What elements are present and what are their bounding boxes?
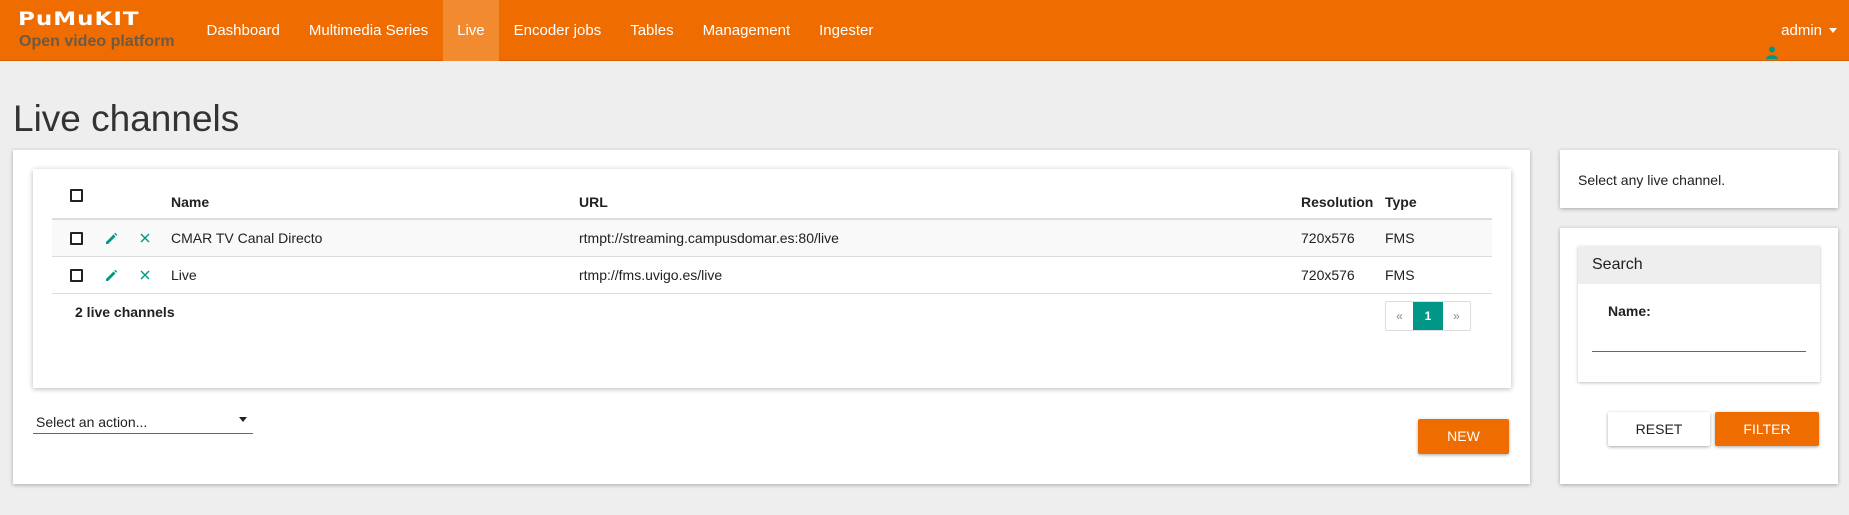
brand[interactable]: PuMuKIT Open video platform bbox=[18, 10, 183, 52]
cell-resolution: 720x576 bbox=[1301, 267, 1355, 283]
cell-url: rtmpt://streaming.campusdomar.es:80/live bbox=[579, 230, 839, 246]
new-button[interactable]: NEW bbox=[1418, 419, 1509, 454]
cell-name: CMAR TV Canal Directo bbox=[171, 230, 323, 246]
user-name: admin bbox=[1781, 22, 1822, 39]
search-panel: Search Name: RESET FILTER bbox=[1560, 228, 1838, 484]
close-icon[interactable] bbox=[138, 231, 152, 245]
pagination-page-1[interactable]: 1 bbox=[1413, 302, 1443, 330]
page-title: Live channels bbox=[13, 98, 240, 139]
select-all-checkbox[interactable] bbox=[70, 189, 83, 202]
action-select-value: Select an action... bbox=[36, 413, 148, 430]
pagination-next[interactable]: » bbox=[1443, 302, 1470, 330]
brand-logo: PuMuKIT bbox=[18, 8, 140, 30]
nav-item-ingester[interactable]: Ingester bbox=[805, 0, 888, 61]
cell-url: rtmp://fms.uvigo.es/live bbox=[579, 267, 723, 283]
user-icon bbox=[1766, 24, 1779, 59]
nav-item-multimedia-series[interactable]: Multimedia Series bbox=[294, 0, 442, 61]
cell-resolution: 720x576 bbox=[1301, 230, 1355, 246]
search-title: Search bbox=[1578, 246, 1820, 284]
pagination: « 1 » bbox=[1385, 301, 1471, 331]
main-nav: Dashboard Multimedia Series Live Encoder… bbox=[192, 0, 888, 61]
main-panel: Name URL Resolution Type CMAR TV Canal D… bbox=[13, 150, 1530, 484]
info-panel: Select any live channel. bbox=[1560, 150, 1838, 208]
column-header-url[interactable]: URL bbox=[579, 182, 608, 218]
pencil-icon[interactable] bbox=[104, 268, 118, 282]
close-icon[interactable] bbox=[138, 268, 152, 282]
nav-item-management[interactable]: Management bbox=[688, 0, 805, 61]
cell-name: Live bbox=[171, 267, 197, 283]
nav-item-tables[interactable]: Tables bbox=[616, 0, 688, 61]
user-menu[interactable]: admin bbox=[1766, 0, 1837, 61]
nav-item-encoder-jobs[interactable]: Encoder jobs bbox=[499, 0, 616, 61]
live-channels-table: Name URL Resolution Type CMAR TV Canal D… bbox=[52, 182, 1492, 334]
search-card: Search Name: bbox=[1578, 246, 1820, 382]
cell-type: FMS bbox=[1385, 230, 1415, 246]
top-navbar: PuMuKIT Open video platform Dashboard Mu… bbox=[0, 0, 1849, 61]
name-search-input[interactable] bbox=[1592, 328, 1806, 352]
action-select[interactable]: Select an action... bbox=[33, 410, 253, 434]
pagination-prev[interactable]: « bbox=[1386, 302, 1413, 330]
brand-tagline: Open video platform bbox=[19, 33, 175, 50]
chevron-down-icon bbox=[1829, 28, 1837, 33]
filter-button[interactable]: FILTER bbox=[1715, 412, 1819, 446]
column-header-name[interactable]: Name bbox=[171, 182, 209, 218]
column-header-resolution[interactable]: Resolution bbox=[1301, 182, 1373, 218]
table-header-row: Name URL Resolution Type bbox=[52, 182, 1492, 220]
nav-item-dashboard[interactable]: Dashboard bbox=[192, 0, 294, 61]
row-checkbox[interactable] bbox=[70, 231, 83, 245]
cell-type: FMS bbox=[1385, 267, 1415, 283]
nav-item-live[interactable]: Live bbox=[442, 0, 500, 61]
reset-button[interactable]: RESET bbox=[1608, 412, 1710, 446]
pencil-icon[interactable] bbox=[104, 231, 118, 245]
table-row: Live rtmp://fms.uvigo.es/live 720x576 FM… bbox=[52, 257, 1492, 294]
name-field-label: Name: bbox=[1608, 303, 1651, 319]
info-text: Select any live channel. bbox=[1578, 172, 1726, 188]
row-checkbox[interactable] bbox=[70, 268, 83, 282]
channel-count: 2 live channels bbox=[75, 304, 175, 320]
chevron-down-icon bbox=[239, 417, 247, 422]
table-footer: 2 live channels « 1 » bbox=[52, 294, 1492, 334]
table-row: CMAR TV Canal Directo rtmpt://streaming.… bbox=[52, 220, 1492, 257]
live-channels-table-card: Name URL Resolution Type CMAR TV Canal D… bbox=[33, 169, 1511, 388]
column-header-type[interactable]: Type bbox=[1385, 182, 1417, 218]
